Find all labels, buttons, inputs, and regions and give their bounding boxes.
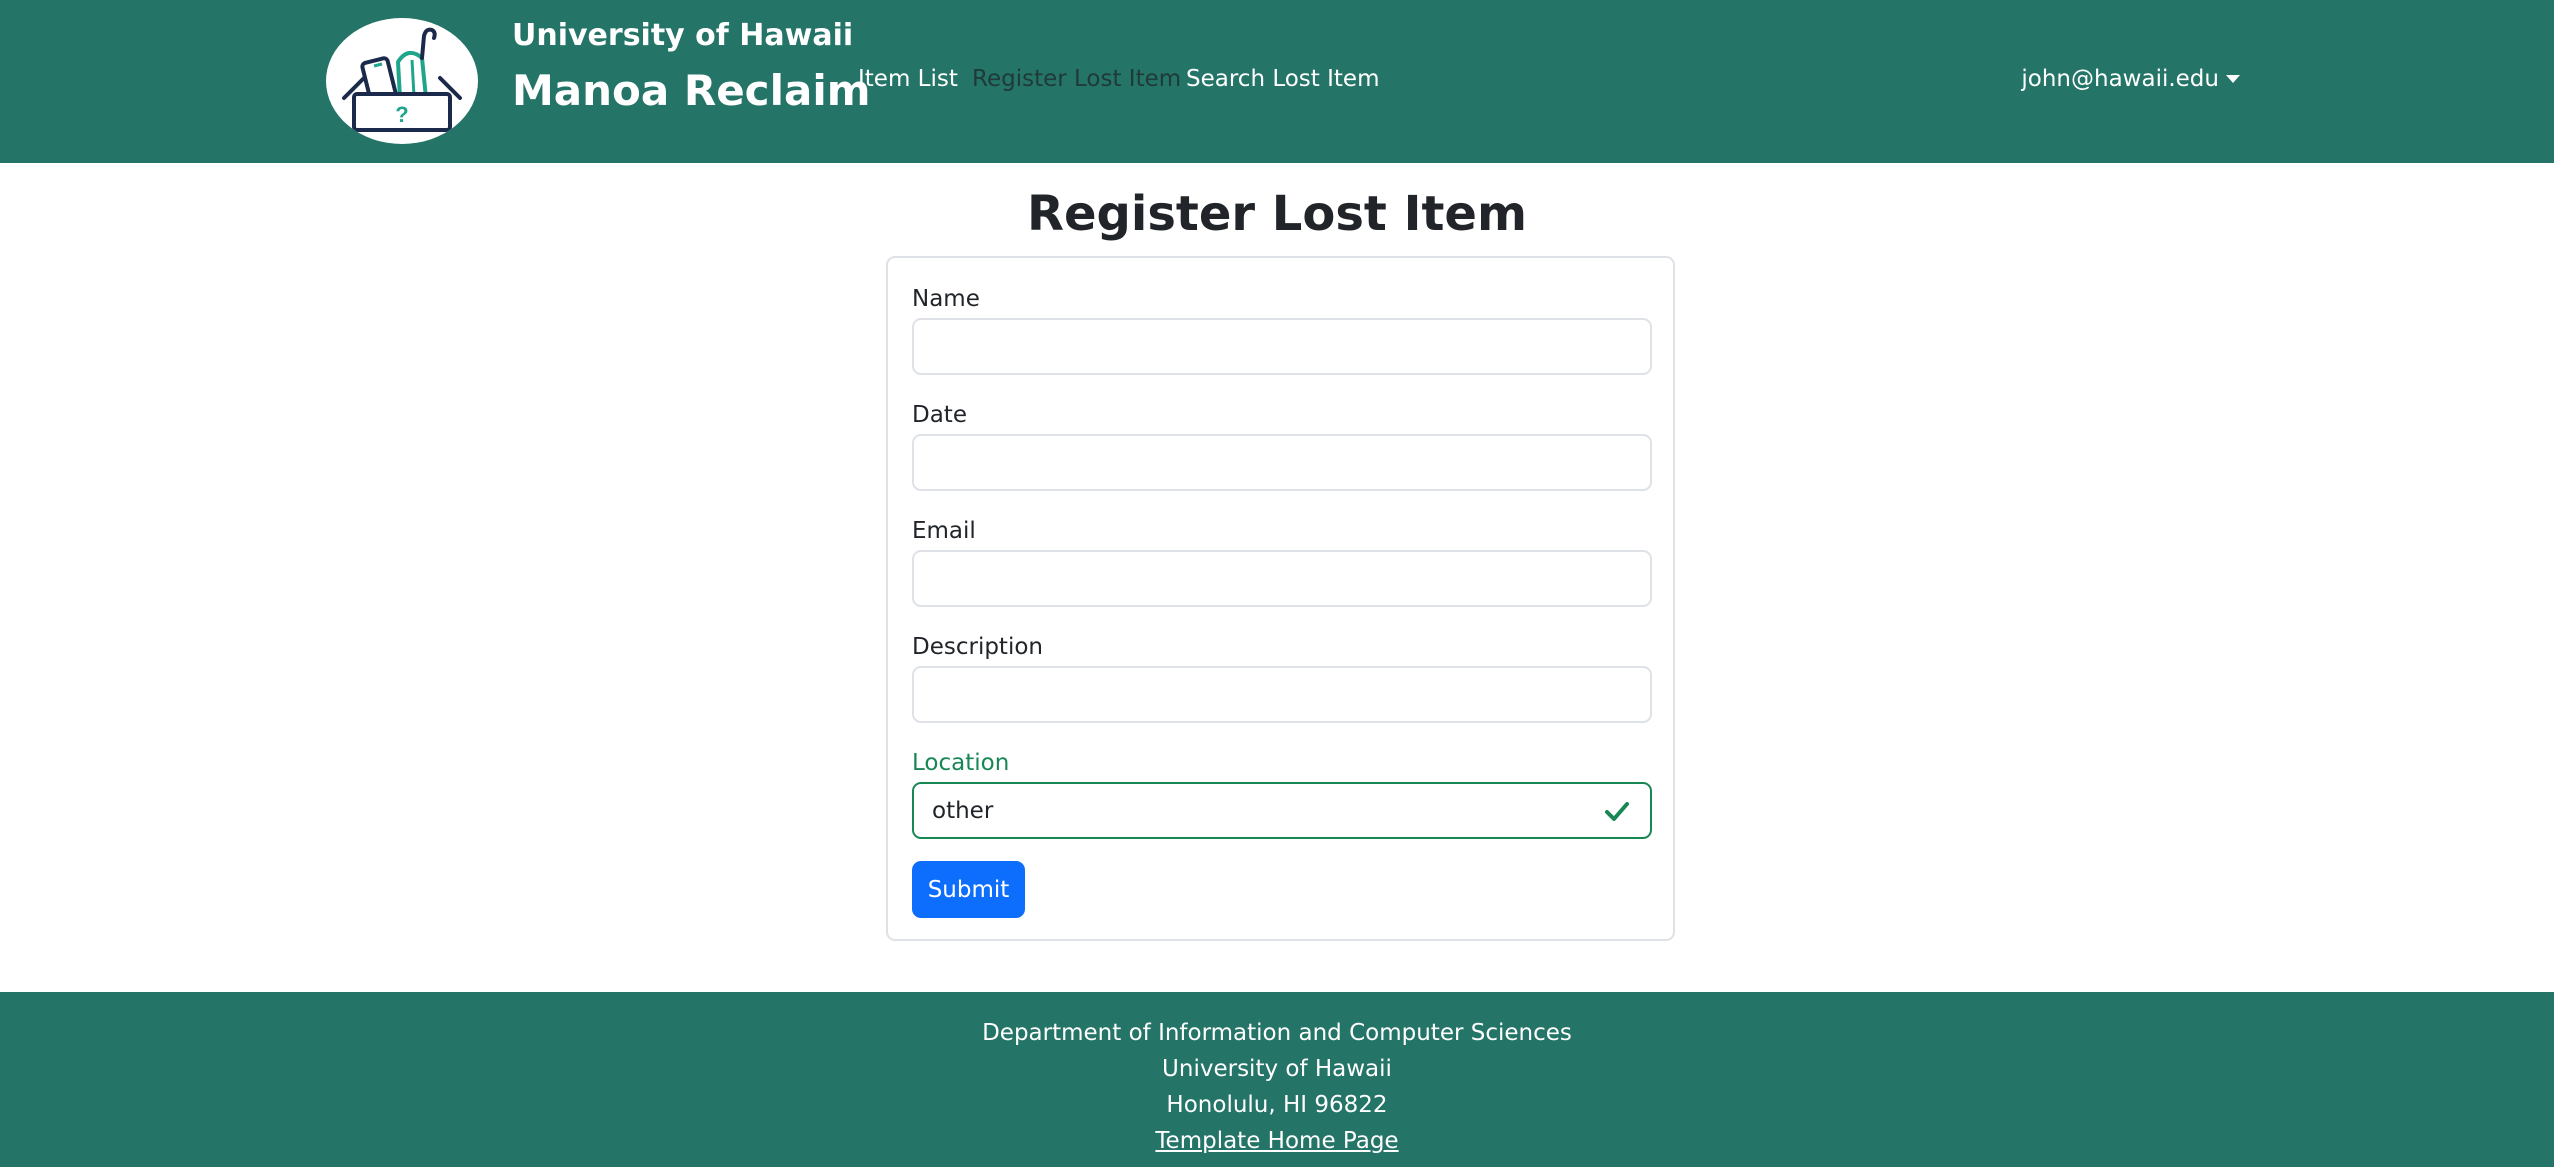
page-title: Register Lost Item [1027,186,1527,242]
date-label: Date [912,402,967,428]
location-label: Location [912,750,1010,776]
email-field[interactable] [912,550,1652,607]
description-label: Description [912,634,1043,660]
nav-item-list[interactable]: Item List [858,66,958,92]
register-form-card: Name Date Email Description Location Sub… [886,256,1675,941]
user-email: john@hawaii.edu [2021,66,2219,92]
description-field[interactable] [912,666,1652,723]
footer-university: University of Hawaii [1162,1056,1392,1082]
brand-logo[interactable]: ? [326,18,478,144]
nav-search-lost-item[interactable]: Search Lost Item [1186,66,1379,92]
template-home-link[interactable]: Template Home Page [1155,1128,1398,1154]
brand-title[interactable]: Manoa Reclaim [512,66,870,115]
submit-button[interactable]: Submit [912,861,1025,918]
footer-department: Department of Information and Computer S… [982,1020,1572,1046]
location-field[interactable] [912,782,1652,839]
name-label: Name [912,286,980,312]
email-label: Email [912,518,976,544]
footer: Department of Information and Computer S… [0,992,2554,1167]
date-field[interactable] [912,434,1652,491]
location-field-wrapper [912,782,1652,839]
name-field[interactable] [912,318,1652,375]
user-dropdown[interactable]: john@hawaii.edu [2021,66,2240,92]
nav-register-lost-item[interactable]: Register Lost Item [972,66,1181,92]
footer-address: Honolulu, HI 96822 [1166,1092,1388,1118]
valid-check-icon [1605,801,1629,821]
top-navbar: ? University of Hawaii Manoa Reclaim Ite… [0,0,2554,163]
brand-university: University of Hawaii [512,18,854,53]
caret-down-icon [2226,75,2240,83]
lost-and-found-box-icon: ? [342,27,462,132]
svg-text:?: ? [395,102,408,127]
